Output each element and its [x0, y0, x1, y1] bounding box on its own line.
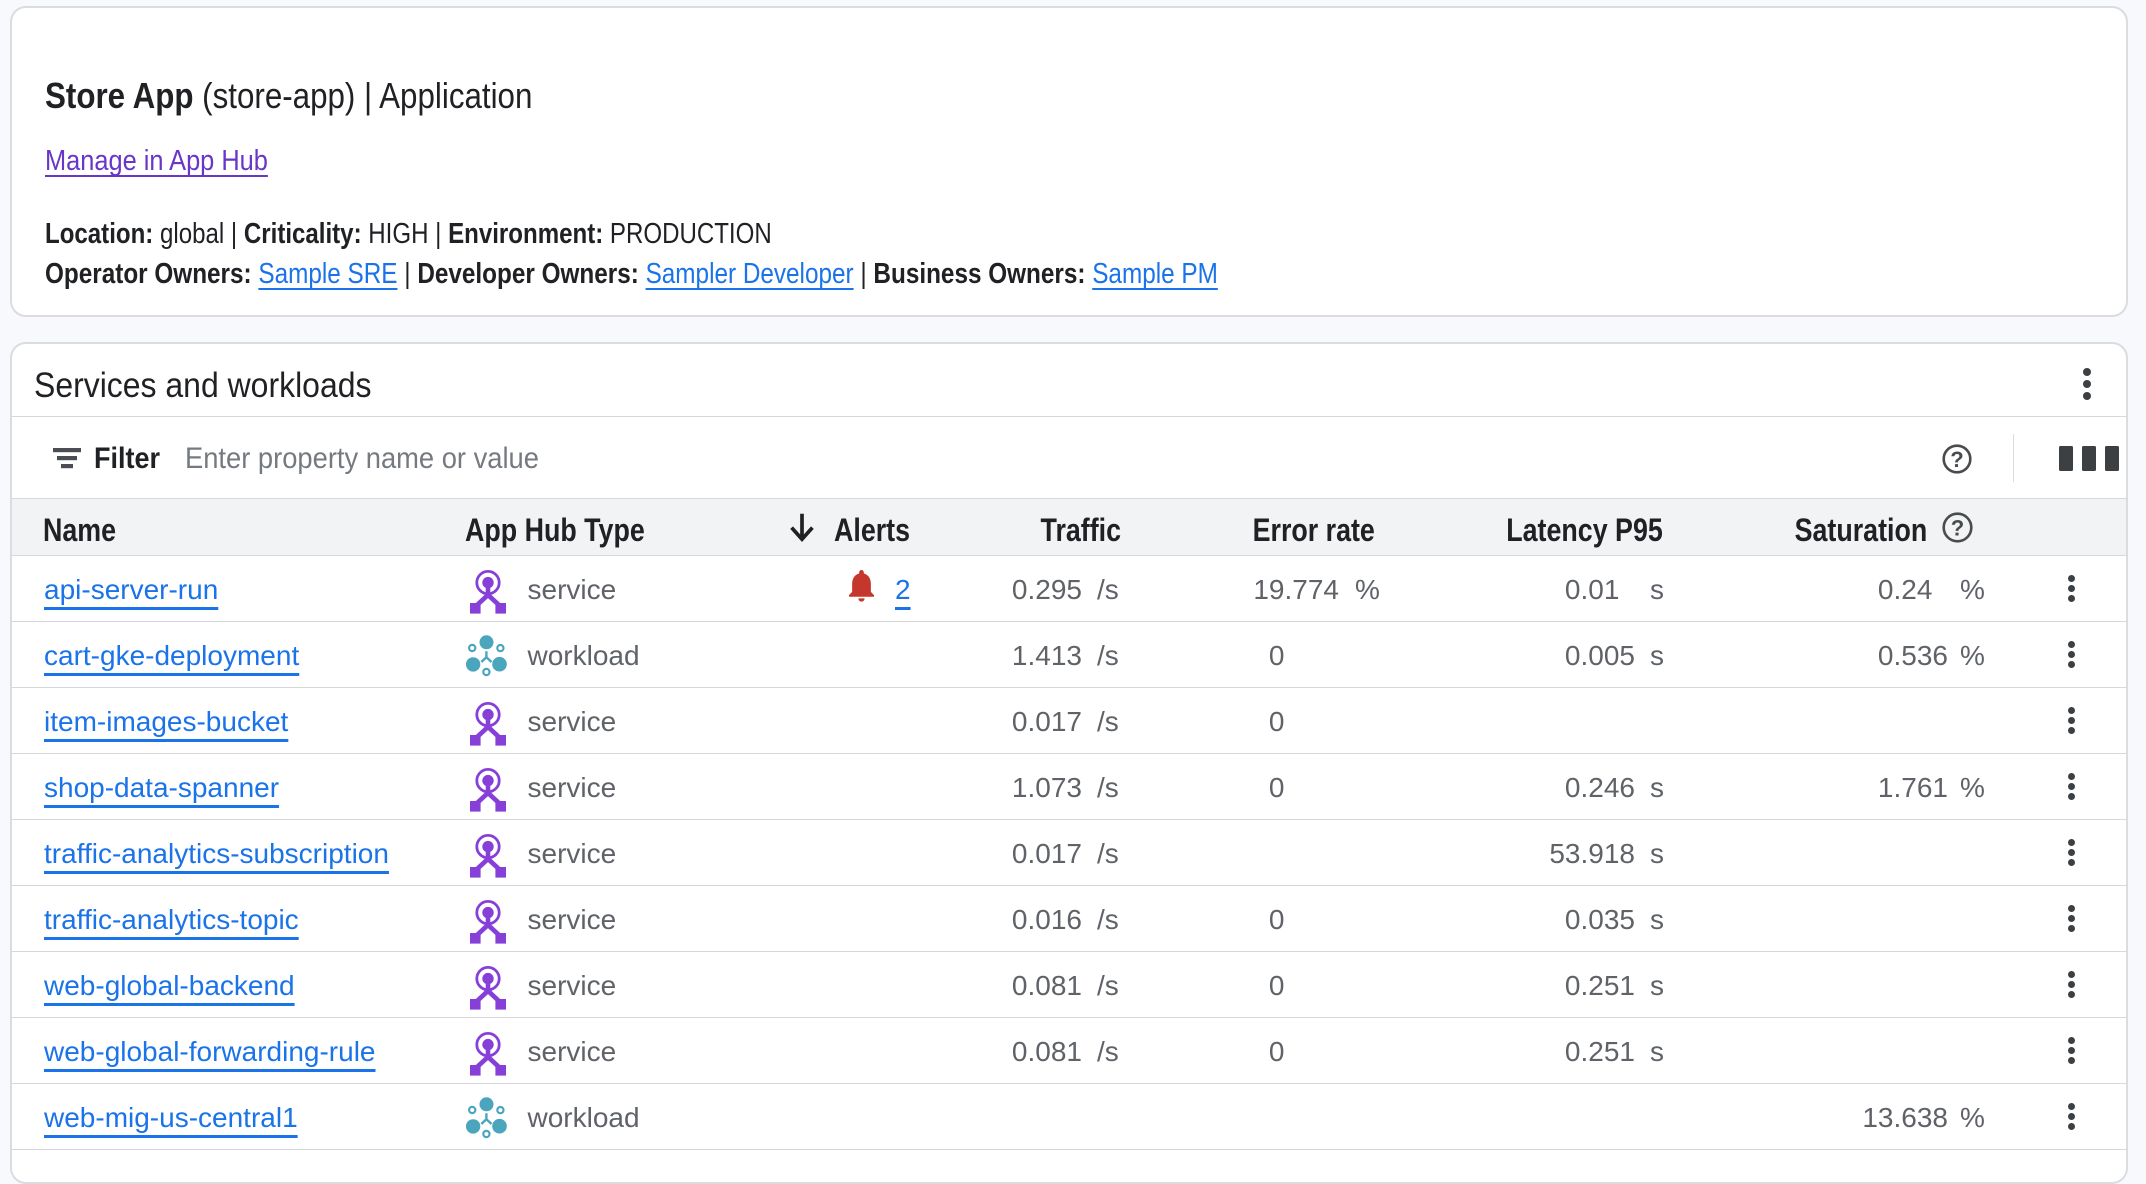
- svg-text:?: ?: [1950, 515, 1963, 540]
- svg-text:?: ?: [1950, 446, 1963, 471]
